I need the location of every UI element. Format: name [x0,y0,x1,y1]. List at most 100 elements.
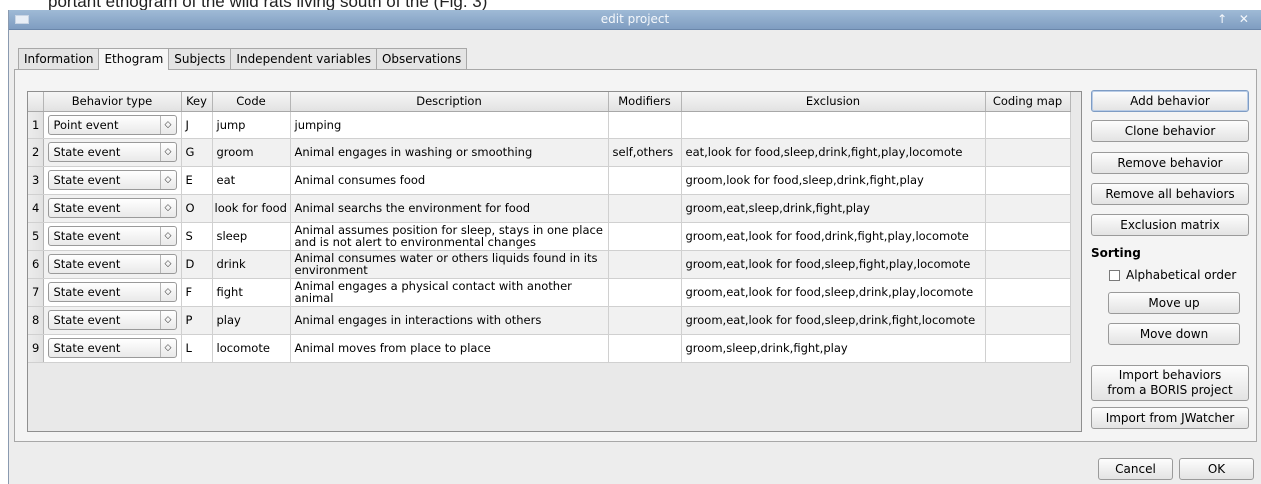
description-cell[interactable]: Animal searchs the environment for food [290,194,609,223]
modifiers-cell[interactable] [608,306,682,335]
tab-information[interactable]: Information [18,48,100,69]
description-cell[interactable]: Animal moves from place to place [290,334,609,363]
behavior-type-select[interactable]: State event ◇ [47,170,177,190]
behavior-type-select[interactable]: State event ◇ [47,310,177,330]
modifiers-cell[interactable]: self,others [608,138,682,167]
exclusion-cell[interactable]: groom,look for food,sleep,drink,fight,pl… [681,166,986,195]
exclusion-cell[interactable] [681,111,986,139]
window-menu-icon[interactable] [15,15,29,24]
code-cell[interactable]: eat [212,166,291,195]
ethogram-table[interactable]: Behavior type Key Code Description Modif… [27,91,1082,432]
modifiers-cell[interactable] [608,194,682,223]
row-number[interactable]: 9 [28,334,44,363]
header-coding-map[interactable]: Coding map [985,92,1071,112]
coding-map-cell[interactable] [985,250,1071,279]
modifiers-cell[interactable] [608,222,682,251]
key-cell[interactable]: D [181,250,213,279]
coding-map-cell[interactable] [985,222,1071,251]
modifiers-cell[interactable] [608,250,682,279]
ok-button[interactable]: OK [1179,458,1254,480]
coding-map-cell[interactable] [985,138,1071,167]
remove-all-behaviors-button[interactable]: Remove all behaviors [1091,183,1249,205]
tab-subjects[interactable]: Subjects [168,48,232,69]
behavior-type-select[interactable]: State event ◇ [47,198,177,218]
description-cell[interactable]: Animal engages in washing or smoothing [290,138,609,167]
row-number[interactable]: 7 [28,278,44,307]
move-up-button[interactable]: Move up [1108,292,1240,314]
coding-map-cell[interactable] [985,278,1071,307]
code-cell[interactable]: drink [212,250,291,279]
exclusion-cell[interactable]: groom,eat,look for food,sleep,fight,play… [681,250,986,279]
exclusion-cell[interactable]: groom,sleep,drink,fight,play [681,334,986,363]
code-cell[interactable]: locomote [212,334,291,363]
key-cell[interactable]: F [181,278,213,307]
code-cell[interactable]: play [212,306,291,335]
move-down-button[interactable]: Move down [1108,323,1240,345]
key-cell[interactable]: E [181,166,213,195]
behavior-type-select[interactable]: State event ◇ [47,338,177,358]
coding-map-cell[interactable] [985,194,1071,223]
key-cell[interactable]: J [181,111,213,139]
exclusion-cell[interactable]: groom,eat,look for food,drink,fight,play… [681,222,986,251]
key-cell[interactable]: L [181,334,213,363]
behavior-type-select[interactable]: Point event ◇ [47,114,177,135]
remove-behavior-button[interactable]: Remove behavior [1091,152,1249,174]
description-cell[interactable]: Animal assumes position for sleep, stays… [290,222,609,251]
description-cell[interactable]: Animal engages in interactions with othe… [290,306,609,335]
code-cell[interactable]: sleep [212,222,291,251]
row-number[interactable]: 2 [28,138,44,167]
key-cell[interactable]: O [181,194,213,223]
key-cell[interactable]: S [181,222,213,251]
modifiers-cell[interactable] [608,334,682,363]
checkbox-box-icon[interactable] [1109,269,1120,281]
key-cell[interactable]: G [181,138,213,167]
code-cell[interactable]: fight [212,278,291,307]
window-controls-icon[interactable]: ↑ ✕ [1217,10,1253,29]
header-modifiers[interactable]: Modifiers [608,92,682,112]
coding-map-cell[interactable] [985,334,1071,363]
behavior-type-select[interactable]: State event ◇ [47,142,177,162]
behavior-type-select[interactable]: State event ◇ [47,282,177,302]
clone-behavior-button[interactable]: Clone behavior [1091,120,1249,142]
code-cell[interactable]: groom [212,138,291,167]
header-key[interactable]: Key [181,92,213,112]
header-code[interactable]: Code [212,92,291,112]
tab-independent-variables[interactable]: Independent variables [230,48,377,69]
modifiers-cell[interactable] [608,166,682,195]
tab-ethogram[interactable]: Ethogram [98,48,170,70]
behavior-type-select[interactable]: State event ◇ [47,226,177,246]
row-number[interactable]: 4 [28,194,44,223]
add-behavior-button[interactable]: Add behavior [1091,90,1249,112]
exclusion-cell[interactable]: eat,look for food,sleep,drink,fight,play… [681,138,986,167]
code-cell[interactable]: look for food [212,194,291,223]
exclusion-cell[interactable]: groom,eat,look for food,sleep,drink,play… [681,278,986,307]
modifiers-cell[interactable] [608,278,682,307]
modifiers-cell[interactable] [608,111,682,139]
description-cell[interactable]: Animal consumes food [290,166,609,195]
tab-observations[interactable]: Observations [375,48,468,69]
row-number[interactable]: 3 [28,166,44,195]
row-number[interactable]: 8 [28,306,44,335]
description-cell[interactable]: Animal engages a physical contact with a… [290,278,609,307]
header-exclusion[interactable]: Exclusion [681,92,986,112]
description-cell[interactable]: jumping [290,111,609,139]
code-cell[interactable]: jump [212,111,291,139]
import-boris-button[interactable]: Import behaviors from a BORIS project [1091,365,1249,401]
import-jwatcher-button[interactable]: Import from JWatcher [1091,407,1249,429]
row-number[interactable]: 5 [28,222,44,251]
header-description[interactable]: Description [290,92,609,112]
exclusion-cell[interactable]: groom,eat,look for food,sleep,drink,figh… [681,306,986,335]
exclusion-cell[interactable]: groom,eat,sleep,drink,fight,play [681,194,986,223]
behavior-type-select[interactable]: State event ◇ [47,254,177,274]
coding-map-cell[interactable] [985,111,1071,139]
alphabetical-order-checkbox[interactable]: Alphabetical order [1109,268,1236,282]
exclusion-matrix-button[interactable]: Exclusion matrix [1091,214,1249,236]
coding-map-cell[interactable] [985,306,1071,335]
header-behavior-type[interactable]: Behavior type [43,92,182,112]
key-cell[interactable]: P [181,306,213,335]
coding-map-cell[interactable] [985,166,1071,195]
cancel-button[interactable]: Cancel [1098,458,1173,480]
row-number[interactable]: 1 [28,111,44,139]
description-cell[interactable]: Animal consumes water or others liquids … [290,250,609,279]
row-number[interactable]: 6 [28,250,44,279]
